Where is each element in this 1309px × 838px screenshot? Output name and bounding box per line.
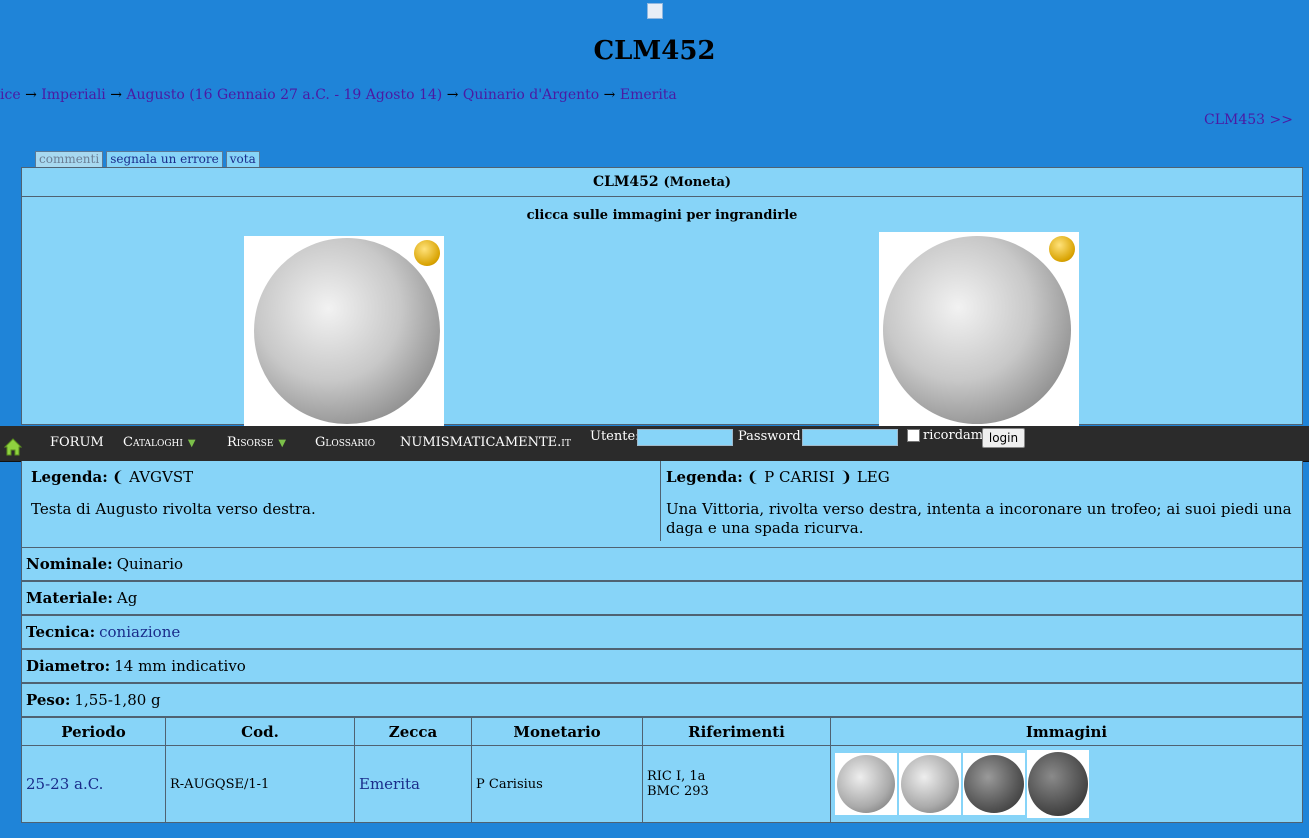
- col-immagini: Immagini: [830, 717, 1303, 746]
- password-label: Password:: [738, 429, 806, 444]
- monetario-cell: P Carisius: [471, 745, 643, 823]
- nominale-row: Nominale: Quinario: [21, 547, 1303, 581]
- tecnica-label: Tecnica:: [26, 623, 96, 641]
- remember-label: ricordami: [923, 428, 988, 443]
- obverse-image[interactable]: [244, 236, 444, 426]
- password-input[interactable]: [802, 429, 898, 446]
- obverse-description: Testa di Augusto rivolta verso destra.: [31, 500, 316, 518]
- enlarge-hint: clicca sulle immagini per ingrandirle: [526, 208, 798, 223]
- login-button[interactable]: login: [982, 428, 1025, 448]
- peso-row: Peso: 1,55-1,80 g: [21, 683, 1303, 717]
- nav-cataloghi[interactable]: Cataloghi ▼: [123, 435, 196, 450]
- nav-forum-label: FORUM: [50, 435, 104, 450]
- chevron-down-icon: ▼: [278, 438, 287, 449]
- diametro-value: 14 mm indicativo: [114, 657, 246, 675]
- panel-header: CLM452 (Moneta): [22, 168, 1302, 197]
- tecnica-row: Tecnica: coniazione: [21, 615, 1303, 649]
- remember-checkbox[interactable]: [907, 429, 920, 442]
- materiale-label: Materiale:: [26, 589, 113, 607]
- tab-comments[interactable]: commenti: [35, 151, 104, 168]
- ref-bmc: BMC 293: [647, 784, 709, 799]
- username-label: Utente:: [590, 429, 640, 444]
- obverse-legend-value: ❨ AVGVST: [111, 468, 194, 486]
- nav-forum[interactable]: FORUM: [50, 435, 104, 450]
- nav-glossario[interactable]: Glossario: [315, 435, 375, 450]
- col-monetario: Monetario: [471, 717, 643, 746]
- nav-risorse[interactable]: Risorse ▼: [227, 435, 286, 450]
- reverse-coin-disc: [883, 236, 1071, 424]
- cod-cell: R-AUGQSE/1-1: [165, 745, 355, 823]
- nominale-value: Quinario: [116, 555, 184, 573]
- obverse-coin-disc: [254, 238, 440, 424]
- breadcrumb-item-imperiali[interactable]: Imperiali: [41, 87, 106, 103]
- obverse-legend-label: Legenda:: [31, 468, 108, 486]
- diametro-row: Diametro: 14 mm indicativo: [21, 649, 1303, 683]
- breadcrumb-separator: →: [446, 87, 459, 103]
- panel-subtitle: (Moneta): [663, 175, 732, 190]
- obverse-info: Legenda: ❨ AVGVST Testa di Augusto rivolt…: [31, 461, 659, 541]
- thumbnail-image[interactable]: [899, 753, 961, 815]
- col-cod: Cod.: [165, 717, 355, 746]
- reverse-image[interactable]: [879, 232, 1079, 426]
- ref-ric: RIC I, 1a: [647, 769, 706, 784]
- panel-title: CLM452: [592, 174, 659, 190]
- nav-numismaticamente-label: NUMISMATICAMENTE.it: [400, 435, 571, 450]
- tab-report-error[interactable]: segnala un errore: [106, 151, 223, 168]
- col-periodo: Periodo: [21, 717, 166, 746]
- remember-me: ricordami: [907, 428, 987, 443]
- nav-numismaticamente[interactable]: NUMISMATICAMENTE.it: [400, 435, 571, 450]
- gold-coin-badge-icon: [1049, 236, 1075, 262]
- nav-cataloghi-label: Cataloghi: [123, 435, 183, 450]
- breadcrumb-separator: →: [110, 87, 122, 103]
- legend-section: Legenda: ❨ AVGVST Testa di Augusto rivolt…: [21, 461, 1303, 548]
- nav-risorse-label: Risorse: [227, 435, 274, 450]
- reverse-legend-label: Legenda:: [666, 468, 743, 486]
- broken-image-icon: [647, 3, 663, 19]
- peso-value: 1,55-1,80 g: [74, 691, 161, 709]
- reverse-info: Legenda: ❨ P CARISI ❩ LEG Una Vittoria, r…: [660, 461, 1300, 541]
- thumbnail-image[interactable]: [963, 753, 1025, 815]
- materiale-value: Ag: [116, 589, 138, 607]
- reverse-description: Una Vittoria, rivolta verso destra, inte…: [666, 500, 1292, 537]
- diametro-label: Diametro:: [26, 657, 111, 675]
- col-riferimenti: Riferimenti: [642, 717, 831, 746]
- gold-coin-badge-icon: [414, 240, 440, 266]
- thumbnail-image[interactable]: [1027, 750, 1089, 818]
- table-header-row: Periodo Cod. Zecca Monetario Riferimenti…: [21, 717, 1303, 746]
- tab-vote[interactable]: vota: [225, 151, 260, 168]
- home-icon[interactable]: [4, 438, 22, 456]
- site-navbar: FORUM Cataloghi ▼ Risorse ▼ Glossario NUMI…: [0, 426, 1309, 462]
- breadcrumb-item-emerita[interactable]: Emerita: [620, 87, 677, 103]
- materiale-row: Materiale: Ag: [21, 581, 1303, 615]
- zecca-link[interactable]: Emerita: [359, 775, 420, 793]
- username-input[interactable]: [637, 429, 733, 446]
- peso-label: Peso:: [26, 691, 71, 709]
- riferimenti-cell: RIC I, 1a BMC 293: [642, 745, 831, 823]
- reverse-legend-value: ❨ P CARISI ❩ LEG: [746, 468, 890, 486]
- coin-panel: CLM452 (Moneta) clicca sulle immagini pe…: [21, 167, 1303, 426]
- breadcrumb-item-augusto[interactable]: Augusto (16 Gennaio 27 a.C. - 19 Agosto …: [126, 87, 442, 103]
- nav-glossario-label: Glossario: [315, 435, 376, 450]
- page-title: CLM452: [593, 36, 716, 66]
- variants-table: Periodo Cod. Zecca Monetario Riferimenti…: [21, 717, 1303, 823]
- nominale-label: Nominale:: [26, 555, 113, 573]
- breadcrumb-item-quinario[interactable]: Quinario d'Argento: [463, 87, 599, 103]
- periodo-link[interactable]: 25-23 a.C.: [26, 775, 103, 793]
- breadcrumb-separator: →: [603, 87, 616, 103]
- breadcrumb-separator: →: [25, 87, 37, 103]
- breadcrumb-item-home[interactable]: ice: [0, 87, 21, 103]
- images-cell: [830, 745, 1303, 823]
- chevron-down-icon: ▼: [187, 438, 196, 449]
- action-tabs: commenti segnala un errore vota: [35, 151, 260, 168]
- thumbnail-image[interactable]: [835, 753, 897, 815]
- next-coin-link[interactable]: CLM453 >>: [1204, 112, 1293, 128]
- breadcrumb: ice → Imperiali → Augusto (16 Gennaio 27…: [0, 87, 677, 103]
- col-zecca: Zecca: [354, 717, 472, 746]
- table-row: 25-23 a.C. R-AUGQSE/1-1 Emerita P Carisi…: [21, 745, 1303, 823]
- tecnica-link[interactable]: coniazione: [99, 623, 180, 641]
